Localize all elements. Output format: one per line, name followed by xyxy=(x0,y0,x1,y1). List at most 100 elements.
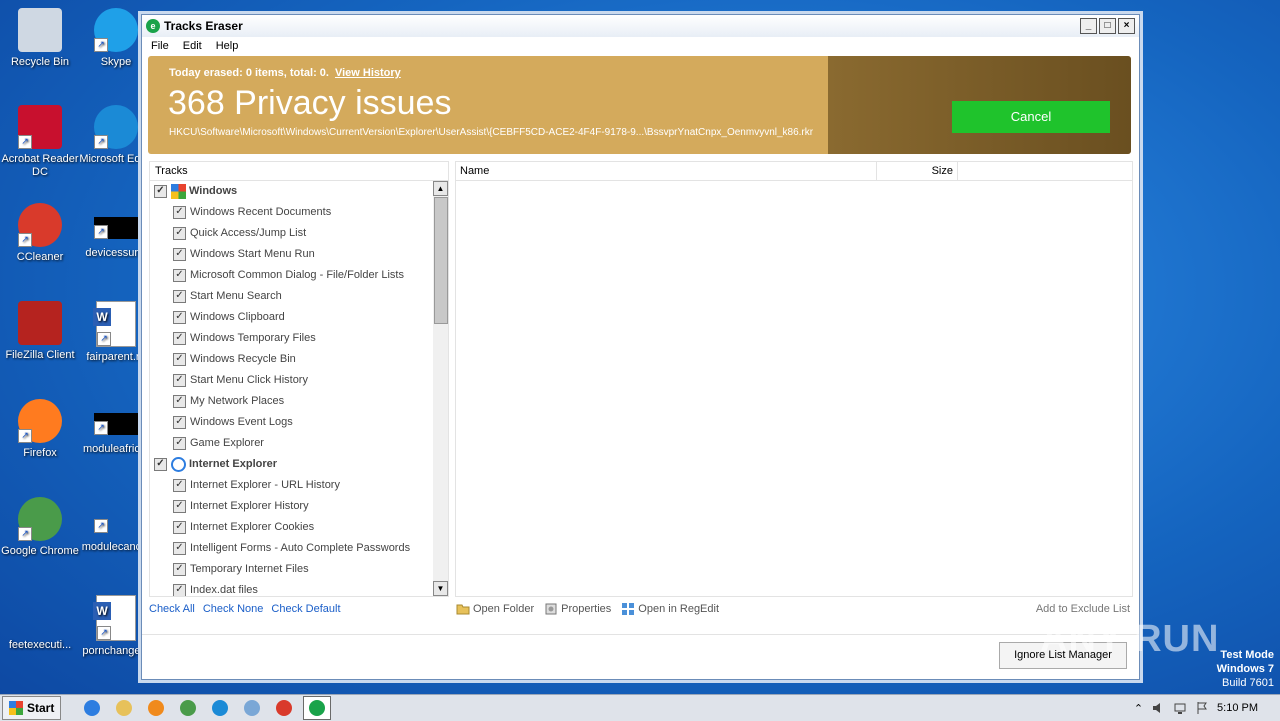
footer-divider xyxy=(142,634,1139,635)
test-mode-label: Test Mode xyxy=(1220,649,1274,661)
track-item[interactable]: ✓ Windows Start Menu Run xyxy=(150,244,432,265)
track-checkbox[interactable]: ✓ xyxy=(173,500,186,513)
menu-edit[interactable]: Edit xyxy=(183,40,202,52)
open-folder-button[interactable]: Open Folder xyxy=(456,602,534,616)
column-size[interactable]: Size xyxy=(876,162,958,180)
track-item[interactable]: ✓ Start Menu Click History xyxy=(150,370,432,391)
scroll-up-icon[interactable]: ▲ xyxy=(433,181,448,196)
track-item[interactable]: ✓ Internet Explorer History xyxy=(150,496,432,517)
track-item[interactable]: ✓ Temporary Internet Files xyxy=(150,559,432,580)
group-checkbox[interactable]: ✓ xyxy=(154,458,167,471)
track-checkbox[interactable]: ✓ xyxy=(173,437,186,450)
action-center-flag-icon[interactable] xyxy=(1195,701,1209,715)
track-item[interactable]: ✓ Start Menu Search xyxy=(150,286,432,307)
menu-file[interactable]: File xyxy=(151,40,169,52)
group-checkbox[interactable]: ✓ xyxy=(154,185,167,198)
desktop-icon-blank-file[interactable]: feetexecuti... xyxy=(0,595,80,652)
track-checkbox[interactable]: ✓ xyxy=(173,521,186,534)
tracks-scrollbar[interactable]: ▲ ▼ xyxy=(433,181,448,596)
network-tray-icon[interactable] xyxy=(1173,701,1187,715)
anyrun-watermark: ANY RUN xyxy=(1040,618,1220,660)
cancel-button[interactable]: Cancel xyxy=(952,101,1110,133)
tracks-header: Tracks xyxy=(150,162,448,181)
track-item[interactable]: ✓ Intelligent Forms - Auto Complete Passw… xyxy=(150,538,432,559)
taskbar-internet-explorer-button[interactable] xyxy=(79,697,105,719)
taskbar-network-button[interactable] xyxy=(239,697,265,719)
track-item[interactable]: ✓ My Network Places xyxy=(150,391,432,412)
desktop-icon-ccleaner[interactable]: ↗ CCleaner xyxy=(0,203,80,264)
track-label: Temporary Internet Files xyxy=(190,563,309,575)
track-checkbox[interactable]: ✓ xyxy=(173,479,186,492)
volume-icon[interactable] xyxy=(1151,701,1165,715)
explorer-folder-icon xyxy=(116,700,133,716)
desktop-icon-acrobat[interactable]: ↗ Acrobat Reader DC xyxy=(0,105,80,179)
track-label: Windows Temporary Files xyxy=(190,332,316,344)
track-item[interactable]: ✓ Windows Recent Documents xyxy=(150,202,432,223)
minimize-button[interactable]: _ xyxy=(1080,18,1097,34)
track-item[interactable]: ✓ Windows Recycle Bin xyxy=(150,349,432,370)
taskbar-media-player-button[interactable] xyxy=(143,697,169,719)
taskbar-chrome-button[interactable] xyxy=(175,697,201,719)
menu-help[interactable]: Help xyxy=(216,40,239,52)
track-checkbox[interactable]: ✓ xyxy=(173,353,186,366)
tracks-eraser-app-icon: e xyxy=(146,19,160,33)
track-item[interactable]: ✓ Windows Event Logs xyxy=(150,412,432,433)
track-item[interactable]: ✓ Windows Clipboard xyxy=(150,307,432,328)
track-label: Start Menu Click History xyxy=(190,374,308,386)
desktop-icon-chrome[interactable]: ↗ Google Chrome xyxy=(0,497,80,558)
track-item[interactable]: ✓ Internet Explorer - URL History xyxy=(150,475,432,496)
desktop-icon-recycle-bin[interactable]: Recycle Bin xyxy=(0,8,80,69)
track-item[interactable]: ✓ Microsoft Common Dialog - File/Folder L… xyxy=(150,265,432,286)
tray-expand-icon[interactable]: ⌃ xyxy=(1134,702,1143,715)
close-button[interactable]: × xyxy=(1118,18,1135,34)
taskbar-edge-button[interactable] xyxy=(207,697,233,719)
build-label: Build 7601 xyxy=(1222,677,1274,689)
taskbar-explorer-folder-button[interactable] xyxy=(111,697,137,719)
start-button[interactable]: Start xyxy=(2,696,62,720)
taskbar-tracks-eraser-button[interactable] xyxy=(303,696,332,720)
track-checkbox[interactable]: ✓ xyxy=(173,227,186,240)
track-checkbox[interactable]: ✓ xyxy=(173,206,186,219)
desktop-icon-firefox[interactable]: ↗ Firefox xyxy=(0,399,80,460)
track-checkbox[interactable]: ✓ xyxy=(173,584,186,596)
check-default-link[interactable]: Check Default xyxy=(271,603,340,615)
column-name[interactable]: Name xyxy=(460,162,489,180)
track-item[interactable]: ✓ Index.dat files xyxy=(150,580,432,596)
title-bar[interactable]: e Tracks Eraser _ □ × xyxy=(142,15,1139,37)
check-all-link[interactable]: Check All xyxy=(149,603,195,615)
media-player-icon xyxy=(148,700,165,716)
track-checkbox[interactable]: ✓ xyxy=(173,311,186,324)
scroll-thumb[interactable] xyxy=(434,197,448,324)
track-label: Microsoft Common Dialog - File/Folder Li… xyxy=(190,269,404,281)
track-group-internet-explorer[interactable]: ✓ Internet Explorer xyxy=(150,454,432,475)
track-item[interactable]: ✓ Windows Temporary Files xyxy=(150,328,432,349)
track-item[interactable]: ✓ Quick Access/Jump List xyxy=(150,223,432,244)
add-to-exclude-list-link[interactable]: Add to Exclude List xyxy=(1036,603,1130,615)
track-checkbox[interactable]: ✓ xyxy=(173,374,186,387)
blank-file-icon: ↗ xyxy=(94,413,138,435)
track-checkbox[interactable]: ✓ xyxy=(173,290,186,303)
desktop-icon-filezilla[interactable]: FileZilla Client xyxy=(0,301,80,362)
track-item[interactable]: ✓ Internet Explorer Cookies xyxy=(150,517,432,538)
maximize-button[interactable]: □ xyxy=(1099,18,1116,34)
track-checkbox[interactable]: ✓ xyxy=(173,395,186,408)
open-in-regedit-button[interactable]: Open in RegEdit xyxy=(621,602,719,616)
group-label: Windows xyxy=(189,185,238,197)
taskbar-ccleaner-button[interactable] xyxy=(271,697,297,719)
today-erased-label: Today erased: 0 items, total: 0. xyxy=(169,67,329,79)
track-checkbox[interactable]: ✓ xyxy=(173,542,186,555)
scroll-down-icon[interactable]: ▼ xyxy=(433,581,448,596)
properties-button[interactable]: Properties xyxy=(544,602,611,616)
track-checkbox[interactable]: ✓ xyxy=(173,248,186,261)
file-actions: Open Folder Properties Open in RegEdit xyxy=(456,602,719,616)
regedit-icon xyxy=(622,603,635,615)
check-none-link[interactable]: Check None xyxy=(203,603,264,615)
track-group-windows[interactable]: ✓ Windows xyxy=(150,181,432,202)
track-checkbox[interactable]: ✓ xyxy=(173,269,186,282)
view-history-link[interactable]: View History xyxy=(335,67,401,79)
track-checkbox[interactable]: ✓ xyxy=(173,563,186,576)
track-checkbox[interactable]: ✓ xyxy=(173,416,186,429)
track-item[interactable]: ✓ Game Explorer xyxy=(150,433,432,454)
clock[interactable]: 5:10 PM xyxy=(1217,702,1258,714)
track-checkbox[interactable]: ✓ xyxy=(173,332,186,345)
